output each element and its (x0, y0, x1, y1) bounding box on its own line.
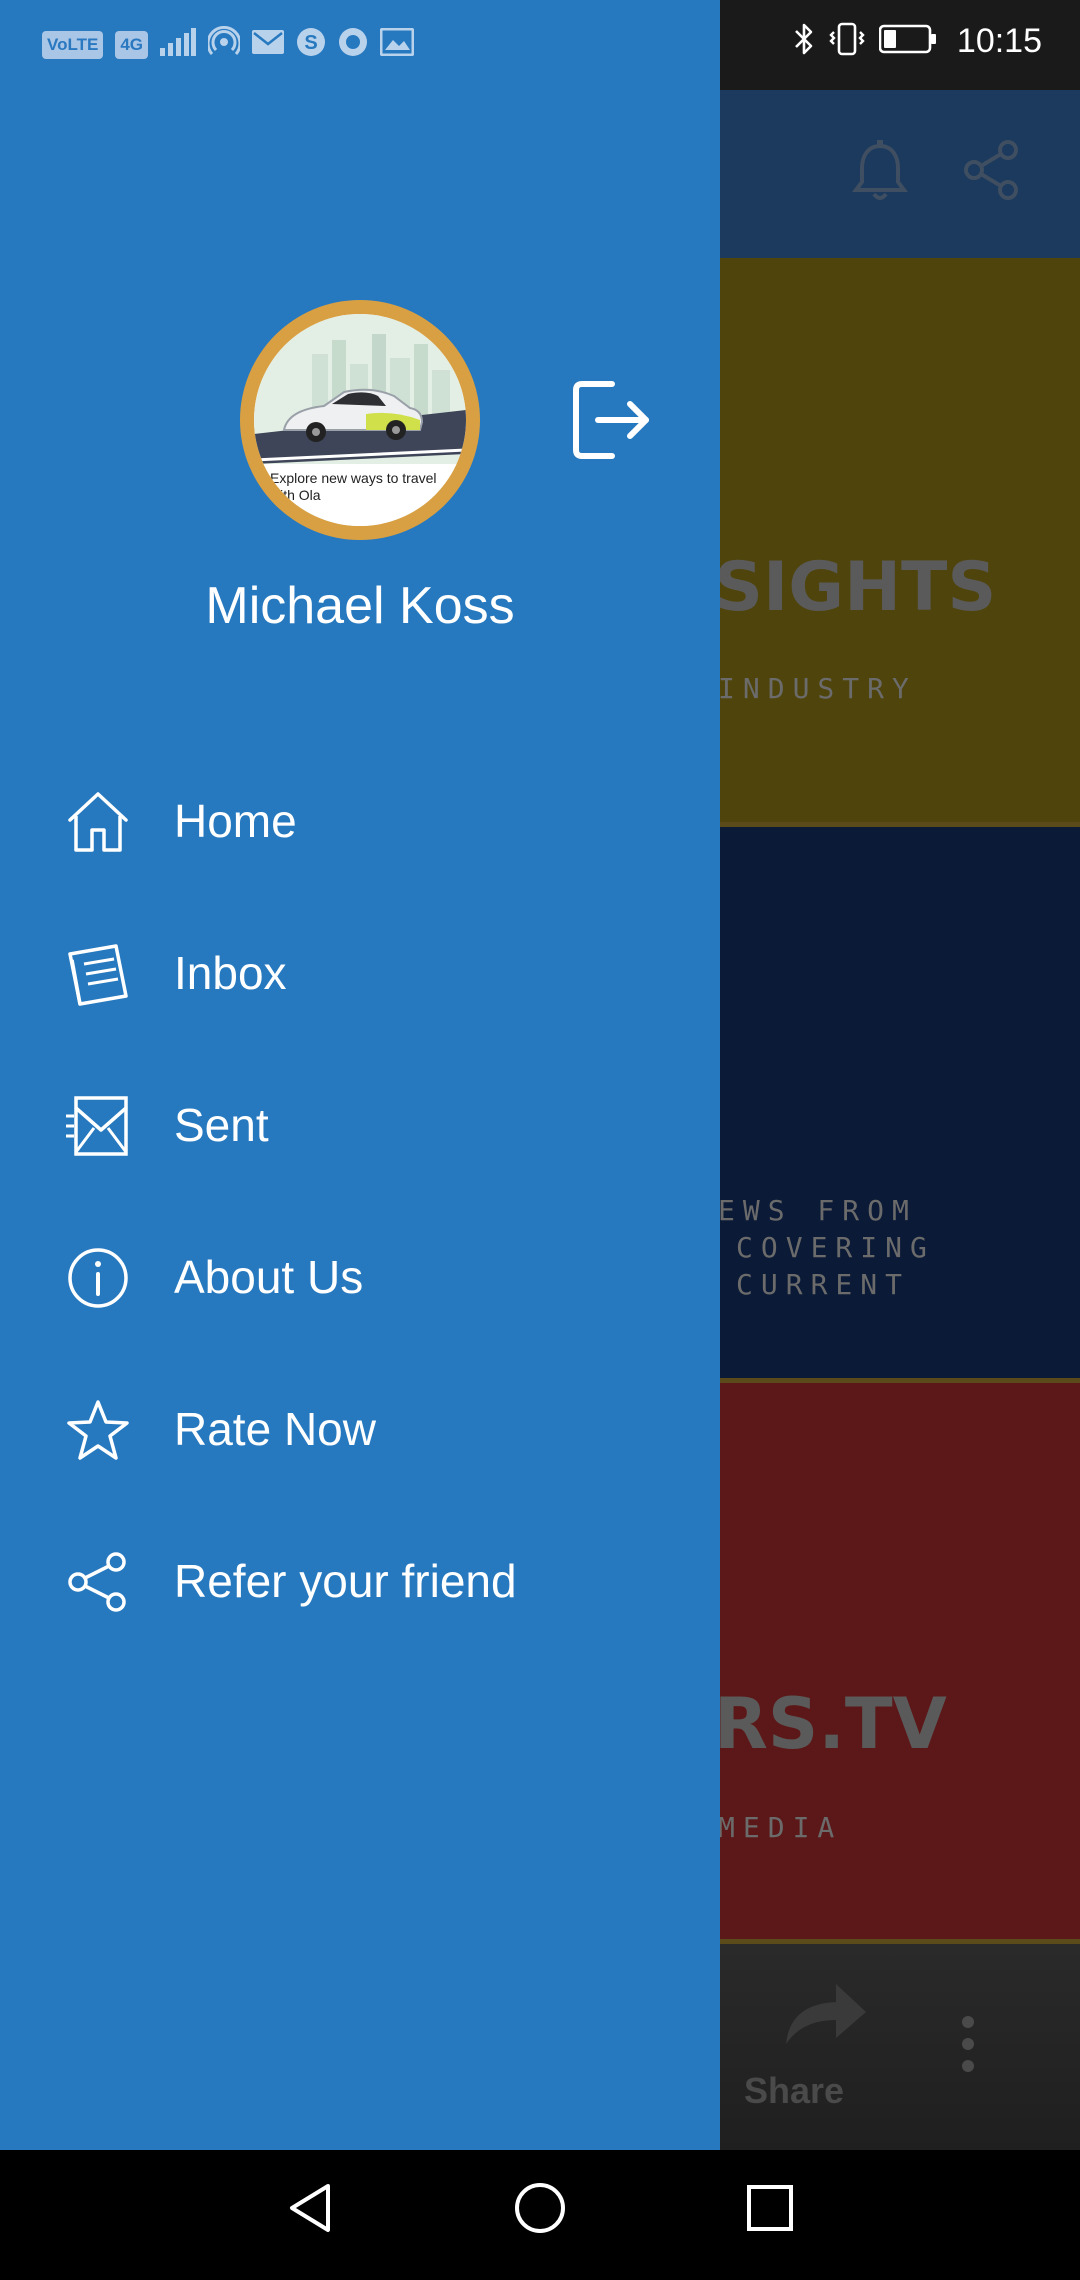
status-bar: VoLTE 4G S 10:15 (0, 0, 1080, 90)
battery-icon (878, 24, 937, 59)
menu-item-refer-friend[interactable]: Refer your friend (0, 1520, 720, 1640)
status-left-icons: VoLTE 4G S (42, 25, 415, 63)
menu-label: Rate Now (174, 1403, 376, 1455)
avatar[interactable]: Explore new ways to travel with Ola (240, 300, 480, 540)
svg-text:S: S (304, 32, 317, 54)
menu-item-about-us[interactable]: About Us (0, 1216, 720, 1336)
status-time: 10:15 (956, 22, 1042, 60)
volte-badge: VoLTE (42, 30, 104, 59)
gallery-icon (379, 27, 415, 61)
share-arrow-icon (780, 1980, 870, 2055)
menu-label: About Us (174, 1251, 364, 1303)
vibrate-icon (829, 22, 865, 61)
avatar-image: Explore new ways to travel with Ola (254, 314, 466, 526)
back-icon[interactable] (282, 2180, 338, 2241)
skype-icon: S (296, 27, 326, 62)
share-icon (962, 140, 1022, 205)
mail-icon (252, 30, 284, 59)
card-headline: SIGHTS (714, 548, 997, 627)
card-subtitle: CURRENT (736, 1268, 911, 1301)
card-subtitle: INDUSTRY (718, 672, 917, 705)
menu-item-sent[interactable]: Sent (0, 1064, 720, 1184)
app-circle-icon (338, 27, 368, 62)
navigation-drawer: Explore new ways to travel with Ola Mich… (0, 0, 720, 2150)
share-icon (66, 1550, 130, 1614)
bell-icon (850, 140, 910, 209)
network-badge: 4G (115, 30, 148, 59)
avatar-caption: Explore new ways to travel with Ola (270, 470, 437, 503)
user-name: Michael Koss (205, 577, 515, 635)
menu-label: Home (174, 795, 297, 847)
sent-icon (66, 1094, 130, 1158)
card-headline: RS.TV (714, 1683, 947, 1765)
inbox-icon (66, 942, 130, 1006)
home-icon (66, 790, 130, 854)
card-subtitle: EWS FROM (718, 1194, 917, 1227)
home-circle-icon[interactable] (512, 2180, 568, 2241)
navigation-bar (0, 2150, 1080, 2280)
menu-item-rate-now[interactable]: Rate Now (0, 1368, 720, 1488)
menu-label: Sent (174, 1099, 269, 1151)
menu-item-home[interactable]: Home (0, 760, 720, 880)
logout-icon[interactable] (572, 378, 652, 467)
more-vertical-icon (958, 2014, 978, 2079)
menu-label: Refer your friend (174, 1555, 517, 1607)
star-icon (66, 1398, 130, 1462)
menu-label: Inbox (174, 947, 287, 999)
menu-item-inbox[interactable]: Inbox (0, 912, 720, 1032)
card-subtitle: MEDIA (718, 1811, 843, 1844)
info-icon (66, 1246, 130, 1310)
share-label: Share (744, 2070, 845, 2111)
signal-icon (160, 28, 196, 61)
recents-icon[interactable] (742, 2180, 798, 2241)
bluetooth-icon (793, 22, 815, 61)
card-subtitle: COVERING (736, 1231, 935, 1264)
status-right-icons: 10:15 (793, 22, 1042, 61)
hotspot-icon (206, 25, 242, 63)
